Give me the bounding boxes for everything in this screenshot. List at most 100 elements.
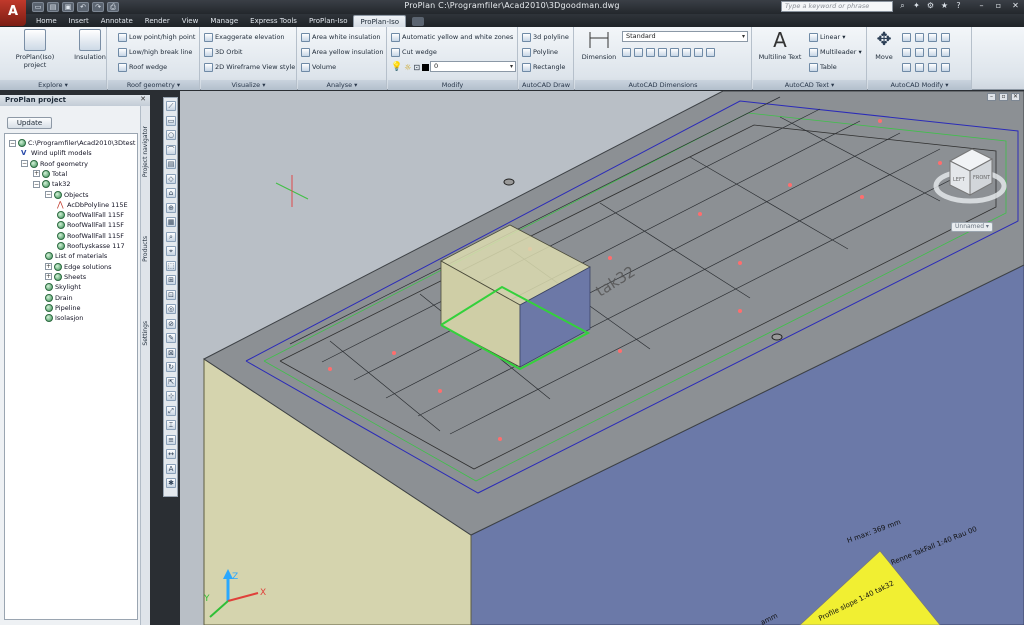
tree-node[interactable]: RoofWallFall 115F — [57, 210, 124, 220]
minimize-icon[interactable]: – — [975, 1, 988, 12]
panel-title-analyse[interactable]: Analyse ▾ — [298, 80, 386, 90]
polygon-icon[interactable]: ◇ — [166, 173, 176, 184]
panel-title-autocad-dimensions[interactable]: AutoCAD Dimensions — [575, 80, 751, 90]
tab-express-tools[interactable]: Express Tools — [244, 15, 303, 27]
text-icon[interactable]: A — [166, 463, 176, 474]
insert-icon[interactable]: ⊕ — [166, 202, 176, 213]
ribbon-minimize-toggle[interactable] — [412, 17, 425, 26]
tree-node[interactable]: List of materials — [45, 251, 107, 261]
circle-icon[interactable]: ○ — [166, 130, 176, 140]
trim-icon[interactable] — [928, 32, 937, 42]
offset-icon[interactable] — [928, 62, 937, 72]
chamfer-icon[interactable] — [941, 62, 950, 72]
orbit-3d-button[interactable]: 3D Orbit — [204, 46, 242, 58]
tree-node[interactable]: V Wind uplift models — [21, 148, 92, 158]
tab-manage[interactable]: Manage — [204, 15, 244, 27]
scale-icon[interactable] — [902, 62, 911, 72]
mirror-icon[interactable] — [902, 47, 911, 57]
tree-node[interactable]: + Sheets — [45, 272, 86, 282]
sun-icon[interactable]: ☼ — [404, 63, 411, 72]
close-icon[interactable]: ✕ — [1011, 93, 1020, 101]
tab-view[interactable]: View — [176, 15, 205, 27]
expand-icon[interactable]: + — [45, 273, 52, 281]
multileader-button[interactable]: Multileader ▾ — [809, 46, 862, 58]
dim-continue-icon[interactable] — [670, 47, 679, 57]
copy-icon[interactable] — [902, 32, 911, 42]
tree-node[interactable]: ⋀ AcDbPolyline 115E — [57, 200, 128, 210]
tab-settings[interactable]: Settings — [142, 321, 150, 346]
color-swatch-icon[interactable] — [422, 63, 430, 71]
expand-icon[interactable]: + — [33, 170, 40, 178]
stretch-icon[interactable] — [941, 47, 950, 57]
help-icon[interactable]: ? — [954, 1, 963, 11]
grid-icon[interactable]: ⊞ — [166, 275, 176, 285]
dimension-button[interactable]: Dimension — [579, 29, 619, 61]
area-yellow-insulation-button[interactable]: Area yellow insulation — [301, 46, 384, 58]
dimension-style-dropdown[interactable]: Standard ▾ — [622, 31, 748, 42]
tab-project-navigator[interactable]: Project navigator — [142, 126, 150, 177]
collapse-icon[interactable]: − — [45, 191, 52, 198]
wireframe-2d-button[interactable]: 2D Wireframe View style — [204, 61, 295, 73]
tree-node[interactable]: − C:\Programfiler\Acad2010\3Dtest — [9, 138, 135, 148]
undo-icon[interactable]: ↶ — [77, 2, 89, 12]
spline-icon[interactable]: ⇱ — [166, 376, 176, 387]
area-white-insulation-button[interactable]: Area white insulation — [301, 31, 381, 43]
close-icon[interactable]: ✕ — [140, 95, 146, 103]
hatch-icon[interactable]: ▤ — [166, 159, 176, 169]
move-button[interactable]: ✥ Move — [870, 29, 898, 61]
plot-icon[interactable]: ⎙ — [107, 2, 119, 12]
zoom-icon[interactable]: ⌕ — [166, 231, 176, 242]
application-menu-button[interactable]: A — [0, 0, 26, 26]
lock-icon[interactable]: ⊡ — [413, 63, 420, 72]
sketch-icon[interactable]: ✎ — [166, 333, 176, 343]
polyline-3d-button[interactable]: 3d polyline — [522, 31, 569, 43]
panel-title-autocad-modify[interactable]: AutoCAD Modify ▾ — [868, 80, 971, 90]
dim-space-icon[interactable] — [694, 47, 703, 57]
line-icon[interactable]: ⟋ — [166, 101, 176, 111]
tree-node[interactable]: + Total — [33, 169, 67, 179]
collapse-icon[interactable]: − — [9, 139, 16, 147]
update-button[interactable]: Update — [7, 117, 52, 129]
revcloud-icon[interactable]: ↻ — [166, 362, 176, 372]
dim-update-icon[interactable] — [706, 47, 715, 57]
tree-node[interactable]: + Edge solutions — [45, 262, 112, 272]
linear-button[interactable]: Linear ▾ — [809, 31, 846, 43]
insulation-button[interactable]: Insulation — [74, 29, 106, 61]
subscription-icon[interactable]: ✦ — [912, 1, 921, 11]
low-high-break-line-button[interactable]: Low/high break line — [118, 46, 192, 58]
tree-node[interactable]: Pipeline — [45, 303, 80, 313]
ucs-unnamed-menu[interactable]: Unnamed ▾ — [951, 222, 993, 232]
tab-proplan-iso-1[interactable]: ProPlan-Iso — [303, 15, 354, 27]
text-cursor-icon[interactable]: ⌶ — [166, 420, 176, 430]
stretch-icon[interactable]: ⤢ — [166, 405, 176, 416]
tree-node[interactable]: RoofWallFall 115F — [57, 231, 124, 241]
dim-angular-icon[interactable] — [646, 47, 655, 57]
snap-icon[interactable]: ⌖ — [166, 246, 176, 256]
lightbulb-icon[interactable]: 💡 — [391, 62, 402, 72]
multiline-text-button[interactable]: A Multiline Text — [755, 29, 805, 61]
wipeout-icon[interactable]: ⊠ — [166, 347, 176, 358]
rectangle-button[interactable]: Rectangle — [522, 61, 565, 73]
dim-aligned-icon[interactable] — [634, 47, 643, 57]
tab-home[interactable]: Home — [30, 15, 63, 27]
auto-yellow-white-zones-button[interactable]: Automatic yellow and white zones — [391, 31, 513, 43]
panel-title-roof-geometry[interactable]: Roof geometry ▾ — [108, 80, 199, 90]
collapse-icon[interactable]: − — [21, 160, 28, 168]
tab-annotate[interactable]: Annotate — [95, 15, 139, 27]
search-icon[interactable]: ⌕ — [898, 1, 907, 11]
open-icon[interactable]: ▤ — [47, 2, 59, 12]
table-button[interactable]: Table — [809, 61, 837, 73]
redo-icon[interactable]: ↷ — [92, 2, 104, 12]
panel-title-autocad-draw[interactable]: AutoCAD Draw — [519, 80, 573, 90]
save-icon[interactable]: ▣ — [62, 2, 74, 12]
favorites-icon[interactable]: ★ — [940, 1, 949, 11]
rectangle-icon[interactable]: ▭ — [166, 115, 176, 126]
volume-button[interactable]: Volume — [301, 61, 336, 73]
tree-node[interactable]: Isolasjon — [45, 313, 83, 323]
explode-icon[interactable]: ✱ — [166, 478, 176, 488]
tree-node[interactable]: − Roof geometry — [21, 159, 88, 169]
drawing-canvas[interactable]: tak32 H max: 369 mm Renne TakFall 1:40 R… — [180, 91, 1024, 625]
panel-title-explore[interactable]: Explore ▾ — [0, 80, 106, 90]
explode-icon[interactable] — [928, 47, 937, 57]
polyline-button[interactable]: Polyline — [522, 46, 558, 58]
